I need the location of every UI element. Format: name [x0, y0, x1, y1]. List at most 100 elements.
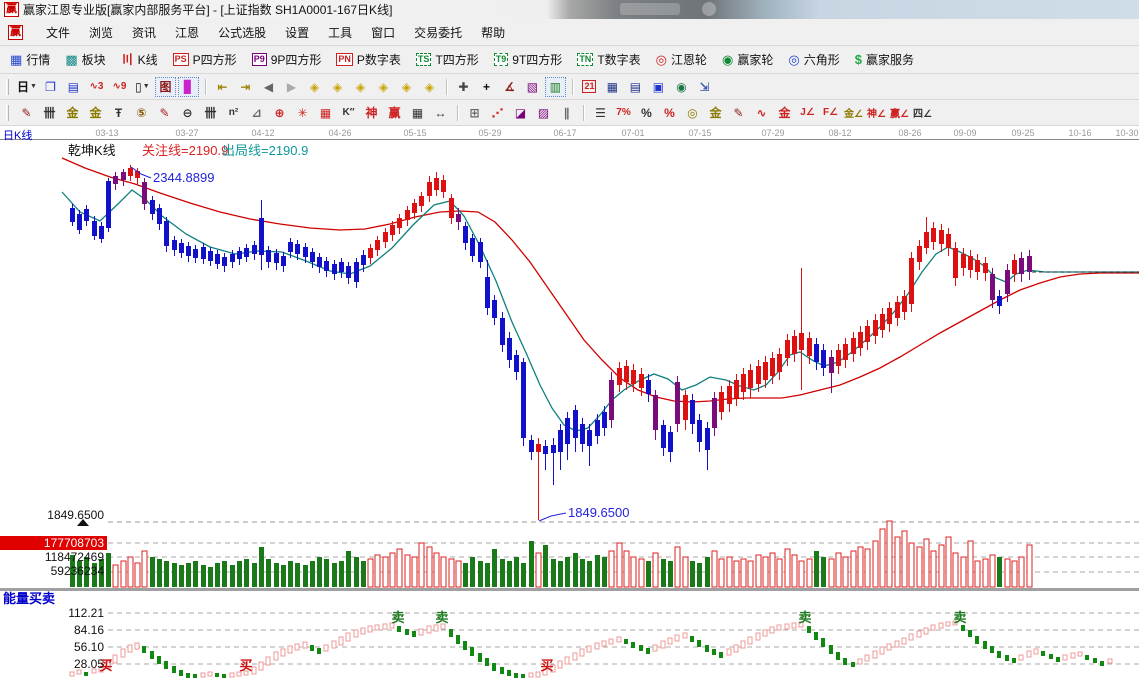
menu-item-资讯[interactable]: 资讯: [132, 24, 156, 41]
toolbar-button-gann-wheel[interactable]: ◎ 江恩轮: [656, 51, 707, 68]
wave-9-icon[interactable]: ∿9: [109, 77, 130, 97]
menu-item-浏览[interactable]: 浏览: [89, 24, 113, 41]
menu-item-交易委托[interactable]: 交易委托: [414, 24, 462, 41]
price-chart[interactable]: 买买买卖卖卖卖乾坤K线 关注线=2190.9出局线=2190.92344.8899…: [0, 140, 1139, 678]
diamond-right-icon[interactable]: ◈: [327, 77, 348, 97]
ying-angle-icon[interactable]: 赢∠: [889, 103, 910, 123]
starburst-icon[interactable]: ✳: [292, 103, 313, 123]
candle: [368, 248, 373, 258]
percent-7-icon[interactable]: 7%: [613, 103, 634, 123]
volume-bar: [952, 552, 959, 588]
toolbar-button-sectors[interactable]: ▩ 板块: [65, 51, 105, 68]
gold-ratio-1-icon[interactable]: 金: [62, 103, 83, 123]
hash-2-icon[interactable]: 卌: [200, 103, 221, 123]
parallel-lines-icon[interactable]: ∥: [556, 103, 577, 123]
pencil-hash-icon[interactable]: ✎: [154, 103, 175, 123]
calendar-tool-icon[interactable]: 21: [579, 77, 600, 97]
menu-item-窗口[interactable]: 窗口: [371, 24, 395, 41]
menu-item-设置[interactable]: 设置: [285, 24, 309, 41]
first-bar-icon[interactable]: ⇤: [212, 77, 233, 97]
trend-angle-tool-icon[interactable]: ∡: [499, 77, 520, 97]
scale-list-icon[interactable]: ☰: [590, 103, 611, 123]
red-grid-icon[interactable]: ▦: [315, 103, 336, 123]
four-angle-icon[interactable]: 四∠: [912, 103, 933, 123]
diamond-v-shrink-icon[interactable]: ◈: [419, 77, 440, 97]
diamond-left-icon[interactable]: ◈: [304, 77, 325, 97]
diamond-v-expand-icon[interactable]: ◈: [396, 77, 417, 97]
square-draw-icon[interactable]: ⊞: [464, 103, 485, 123]
gold-lines-icon[interactable]: 金: [705, 103, 726, 123]
circle-ruler-icon[interactable]: ⊖: [177, 103, 198, 123]
menu-item-帮助[interactable]: 帮助: [481, 24, 505, 41]
wave-3-icon[interactable]: ∿3: [86, 77, 107, 97]
volume-bar: [638, 558, 645, 588]
ying-tool-icon[interactable]: 赢: [384, 103, 405, 123]
stat-chart-tool-icon[interactable]: ▥: [544, 76, 566, 97]
protractor-icon[interactable]: ⊿: [246, 103, 267, 123]
n-square-icon[interactable]: n²: [223, 103, 244, 123]
period-day-icon[interactable]: 日 ▼: [16, 77, 38, 97]
titlebar: 赢 赢家江恩专业版[赢家内部服务平台] - [上证指数 SH1A0001-167…: [0, 0, 1139, 19]
percent-lines-icon[interactable]: %: [659, 103, 680, 123]
export-tool-icon[interactable]: ⇲: [694, 77, 715, 97]
toolbar-button-p-digit-table[interactable]: PN P数字表: [336, 51, 401, 68]
chart-window-icon[interactable]: ❐: [40, 77, 61, 97]
web-save-tool-icon[interactable]: ◉: [671, 77, 692, 97]
f-angle-icon[interactable]: F∠: [820, 103, 841, 123]
menu-item-工具[interactable]: 工具: [328, 24, 352, 41]
brush-icon[interactable]: ✎: [728, 103, 749, 123]
spiral-5-icon[interactable]: ⑤: [131, 103, 152, 123]
toolbar-button-p-square[interactable]: PS P四方形: [172, 51, 237, 68]
diamond-shrink-icon[interactable]: ◈: [373, 77, 394, 97]
calculator-tool-icon[interactable]: ▦: [602, 77, 623, 97]
gold-box-icon[interactable]: 金: [774, 103, 795, 123]
toolbar-button-winner-service[interactable]: $ 赢家服务: [855, 51, 914, 68]
region-stat-tool-icon[interactable]: ▧: [522, 77, 543, 97]
toolbar-button-t9-square[interactable]: T9 9T四方形: [493, 51, 562, 68]
k-mark-icon[interactable]: K″: [338, 103, 359, 123]
menu-item-文件[interactable]: 文件: [46, 24, 70, 41]
gold-ratio-2-icon[interactable]: 金: [85, 103, 106, 123]
toolbar-button-p9-square[interactable]: P9 9P四方形: [251, 51, 321, 68]
indicator-bar: [983, 641, 987, 649]
gold-circle-icon[interactable]: ◎: [682, 103, 703, 123]
toolbar-button-kline[interactable]: 〣 K线: [121, 51, 158, 68]
diamond-expand-icon[interactable]: ◈: [350, 77, 371, 97]
toolbar-button-t-digit-table[interactable]: TN T数字表: [577, 51, 641, 68]
prev-bar-icon[interactable]: ◀: [258, 77, 279, 97]
shen-tool-icon[interactable]: 神: [361, 103, 382, 123]
gann-pencil-icon[interactable]: ✎: [16, 103, 37, 123]
j-angle-icon[interactable]: J∠: [797, 103, 818, 123]
notepad-tool-icon[interactable]: ▤: [625, 77, 646, 97]
crosshair-tool-icon[interactable]: +: [476, 77, 497, 97]
volume-bar: [514, 557, 519, 587]
save-tool-icon[interactable]: ▣: [648, 77, 669, 97]
toolbar-button-t-square[interactable]: TS T四方形: [415, 51, 479, 68]
gann-grid-icon[interactable]: 卌: [39, 103, 60, 123]
toolbar-button-quotes[interactable]: ▦ 行情: [10, 51, 50, 68]
next-bar-icon[interactable]: ▶: [281, 77, 302, 97]
ray-fan-icon[interactable]: ⋰: [487, 103, 508, 123]
menu-item-公式选股[interactable]: 公式选股: [218, 24, 266, 41]
color-volume-icon[interactable]: ▊: [177, 76, 199, 97]
gold-angle-icon[interactable]: 金∠: [843, 103, 864, 123]
qiankun-kline-icon[interactable]: 图: [154, 76, 176, 97]
percent-icon[interactable]: %: [636, 103, 657, 123]
candle: [792, 336, 797, 354]
shen-angle-icon[interactable]: 神∠: [866, 103, 887, 123]
pan-tool-icon[interactable]: ✚: [453, 77, 474, 97]
toolbar-button-hexagon[interactable]: ◎ 六角形: [788, 51, 839, 68]
quote-list-icon[interactable]: ▤: [63, 77, 84, 97]
width-measure-icon[interactable]: ↔: [430, 103, 451, 123]
wave-av-icon[interactable]: ∿: [751, 103, 772, 123]
grid-123-icon[interactable]: ▦: [407, 103, 428, 123]
fan-box-icon[interactable]: ◪: [510, 103, 531, 123]
indicator-bar: [120, 648, 126, 658]
toolbar-button-winner-wheel[interactable]: ◉ 赢家轮: [722, 51, 773, 68]
f-ruler-icon[interactable]: Ŧ: [108, 103, 129, 123]
compass-icon[interactable]: ⊕: [269, 103, 290, 123]
candle-style-icon[interactable]: ▯ ▼: [132, 77, 153, 97]
menu-item-江恩[interactable]: 江恩: [175, 24, 199, 41]
fan-grid-icon[interactable]: ▨: [533, 103, 554, 123]
last-bar-icon[interactable]: ⇥: [235, 77, 256, 97]
